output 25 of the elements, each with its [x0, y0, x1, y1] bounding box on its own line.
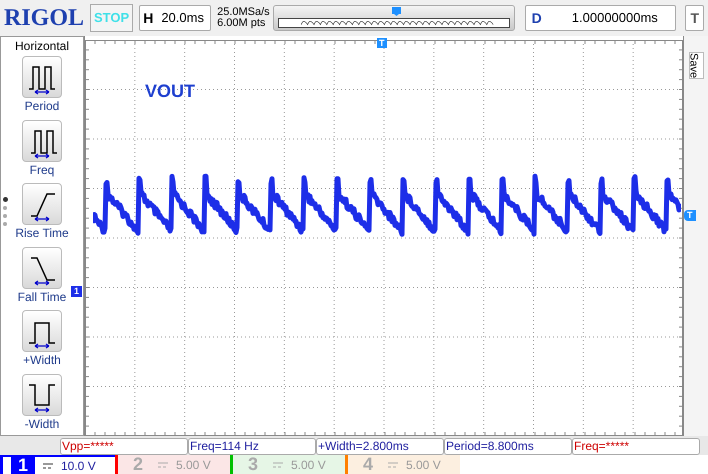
coupling-icon: [158, 462, 168, 468]
brand-logo: RIGOL: [4, 6, 84, 30]
menu-title: Horizontal: [14, 38, 70, 54]
measurement-readout: Period=8.800ms: [444, 438, 572, 455]
coupling-icon: [388, 462, 398, 468]
timebase-display: H 20.0ms: [139, 5, 212, 31]
sample-rate: 25.0MSa/s: [217, 7, 268, 18]
measurement-readout: +Width=2.800ms: [316, 438, 444, 455]
coupling-icon: [43, 462, 53, 468]
trigger-display: T: [685, 5, 704, 31]
delay-display: D 1.00000000ms: [524, 5, 676, 31]
run-status: STOP: [90, 4, 134, 32]
coupling-icon: [273, 462, 283, 468]
channel-marker: 1: [71, 286, 82, 297]
measurement-readout: Freq=114 Hz: [188, 438, 316, 455]
measurement-readout: Vpp=*****: [60, 438, 188, 455]
channel-tab[interactable]: 1 10.0 V: [0, 455, 115, 474]
trigger-level-marker: T: [684, 210, 696, 221]
trace-label: VOUT: [145, 80, 196, 103]
save-tab[interactable]: Save: [688, 52, 704, 80]
trigger-position-icon: [392, 7, 402, 16]
measurement-readout: Freq=*****: [572, 438, 700, 455]
sine-wave-icon: [278, 18, 510, 28]
memory-depth: 6.00M pts: [217, 18, 266, 29]
trigger-position-marker: T: [377, 38, 386, 48]
